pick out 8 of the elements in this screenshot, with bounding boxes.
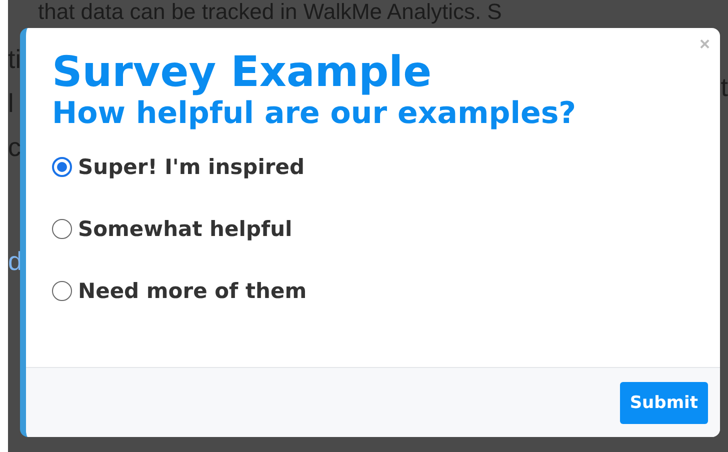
radio-button[interactable]	[52, 157, 72, 177]
option-label[interactable]: Super! I'm inspired	[78, 146, 305, 188]
radio-button[interactable]	[52, 219, 72, 239]
survey-question: How helpful are our examples?	[52, 96, 578, 132]
option-label[interactable]: Somewhat helpful	[78, 208, 292, 250]
survey-title: Survey Example	[52, 48, 433, 96]
option-label[interactable]: Need more of them	[78, 270, 307, 312]
radio-button[interactable]	[52, 281, 72, 301]
